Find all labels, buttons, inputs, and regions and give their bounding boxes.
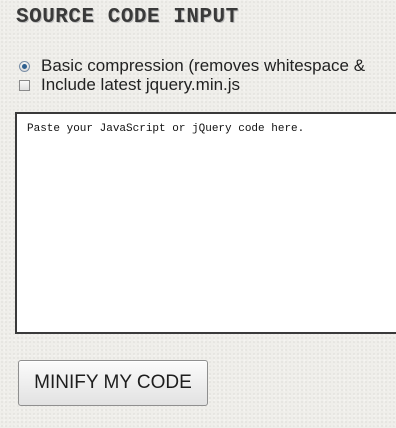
basic-compression-option[interactable]: Basic compression (removes whitespace & [19,56,365,76]
source-code-textarea[interactable] [15,112,396,334]
include-jquery-option[interactable]: Include latest jquery.min.js [19,75,240,95]
basic-compression-label: Basic compression (removes whitespace & [41,56,366,75]
minify-button[interactable]: MINIFY MY CODE [18,360,208,406]
include-jquery-label: Include latest jquery.min.js [41,75,241,94]
section-heading: SOURCE CODE INPUT [16,6,239,29]
include-jquery-checkbox[interactable] [19,79,30,91]
basic-compression-radio[interactable] [19,60,30,72]
